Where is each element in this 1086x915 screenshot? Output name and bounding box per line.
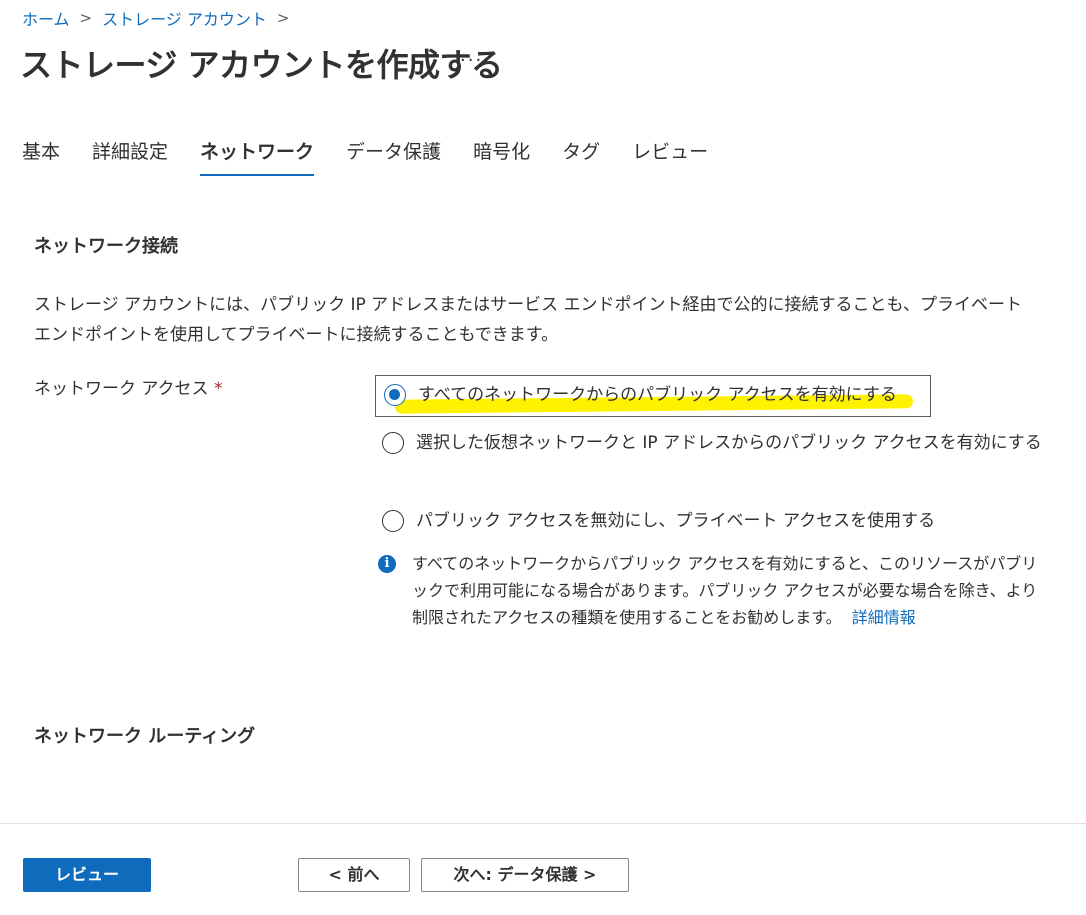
learn-more-link[interactable]: 詳細情報: [852, 608, 916, 627]
tab-advanced[interactable]: 詳細設定: [92, 140, 168, 176]
radio-option-all-networks[interactable]: すべてのネットワークからのパブリック アクセスを有効にする: [375, 375, 931, 417]
radio-button[interactable]: [382, 510, 404, 532]
review-button[interactable]: レビュー: [23, 858, 151, 892]
radio-option-disable-public[interactable]: パブリック アクセスを無効にし、プライベート アクセスを使用する: [382, 506, 1042, 536]
network-connection-description: ストレージ アカウントには、パブリック IP アドレスまたはサービス エンドポイ…: [34, 295, 1023, 345]
breadcrumb-separator: >: [276, 9, 290, 27]
radio-label: 選択した仮想ネットワークと IP アドレスからのパブリック アクセスを有効にする: [416, 433, 1042, 453]
next-button[interactable]: 次へ: データ保護 >: [421, 858, 629, 892]
info-icon: i: [378, 555, 396, 573]
tab-encryption[interactable]: 暗号化: [473, 140, 530, 176]
footer-divider: [0, 823, 1086, 824]
network-routing-heading: ネットワーク ルーティング: [34, 726, 256, 747]
tab-review[interactable]: レビュー: [632, 140, 708, 176]
breadcrumb-storage-accounts-link[interactable]: ストレージ アカウント: [102, 6, 267, 30]
radio-button[interactable]: [382, 432, 404, 454]
radio-button-checked[interactable]: [384, 384, 406, 406]
info-message: i すべてのネットワークからパブリック アクセスを有効にすると、このリソースがパ…: [378, 550, 1038, 631]
breadcrumb: ホーム > ストレージ アカウント >: [22, 6, 299, 30]
tab-tags[interactable]: タグ: [562, 140, 600, 176]
network-access-label-text: ネットワーク アクセス: [34, 379, 209, 399]
breadcrumb-home-link[interactable]: ホーム: [22, 6, 70, 30]
page-title: ストレージ アカウントを作成する: [20, 46, 503, 84]
radio-option-selected-networks[interactable]: 選択した仮想ネットワークと IP アドレスからのパブリック アクセスを有効にする: [382, 428, 1042, 458]
tab-data-protection[interactable]: データ保護: [346, 140, 441, 176]
tab-basics[interactable]: 基本: [22, 140, 60, 176]
tab-bar: 基本 詳細設定 ネットワーク データ保護 暗号化 タグ レビュー: [22, 140, 740, 176]
tab-networking[interactable]: ネットワーク: [200, 140, 315, 176]
radio-label: パブリック アクセスを無効にし、プライベート アクセスを使用する: [416, 511, 936, 531]
network-access-label: ネットワーク アクセス *: [34, 374, 222, 399]
radio-label: すべてのネットワークからのパブリック アクセスを有効にする: [418, 385, 897, 405]
info-text-wrapper: すべてのネットワークからパブリック アクセスを有効にすると、このリソースがパブリ…: [412, 550, 1038, 631]
network-connection-heading: ネットワーク接続: [34, 236, 178, 257]
previous-button[interactable]: < 前へ: [298, 858, 410, 892]
required-mark: *: [213, 379, 223, 399]
more-options-icon[interactable]: ···: [460, 50, 483, 71]
info-text: すべてのネットワークからパブリック アクセスを有効にすると、このリソースがパブリ…: [412, 554, 1038, 627]
breadcrumb-separator: >: [79, 9, 93, 27]
